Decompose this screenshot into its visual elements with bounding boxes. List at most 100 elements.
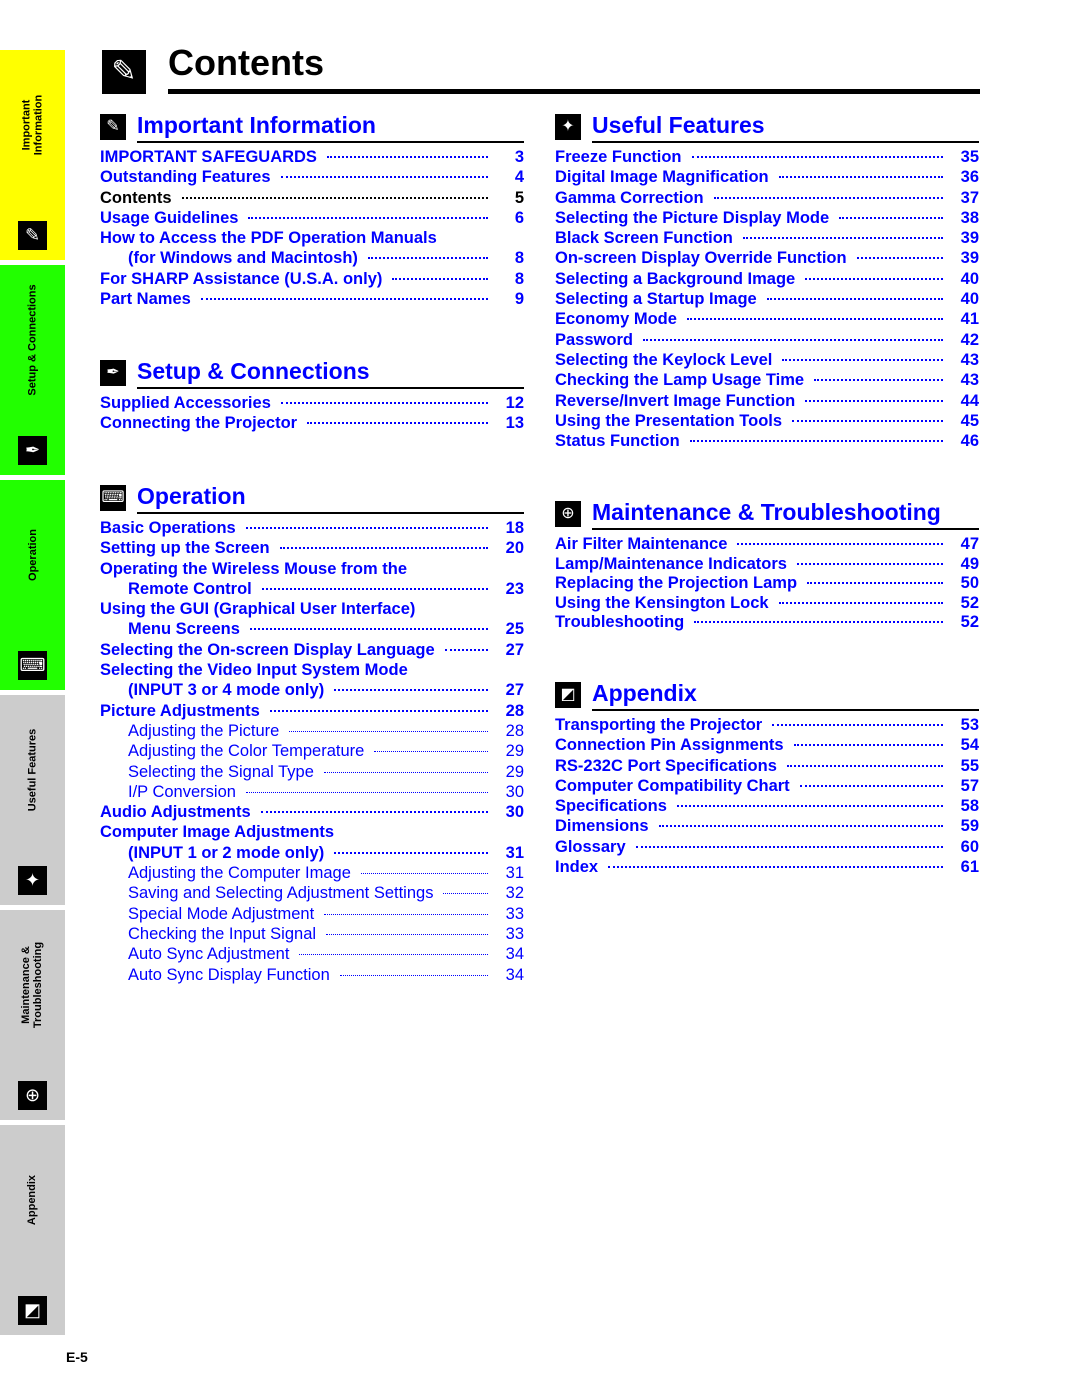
- dot-leader: [280, 402, 488, 404]
- section-rule: [592, 709, 979, 711]
- toc-entry[interactable]: Economy Mode 41: [555, 310, 979, 330]
- toc-entry[interactable]: Selecting the Picture Display Mode 38: [555, 209, 979, 229]
- toc-entry[interactable]: Auto Sync Adjustment 34: [100, 945, 524, 965]
- toc-entry[interactable]: IMPORTANT SAFEGUARDS 3: [100, 148, 524, 168]
- toc-entry[interactable]: Selecting the Video Input System Mode: [100, 661, 524, 681]
- dot-leader: [839, 216, 943, 219]
- toc-entry[interactable]: (INPUT 3 or 4 mode only) 27: [100, 681, 524, 701]
- toc-entry[interactable]: Adjusting the Computer Image 31: [100, 864, 524, 884]
- side-tab-setup-connections[interactable]: Setup & Connections ✒: [0, 265, 65, 475]
- side-tab-maintenance-troubleshooting[interactable]: Maintenance & Troubleshooting ⊕: [0, 910, 65, 1120]
- toc-entry[interactable]: Usage Guidelines 6: [100, 209, 524, 229]
- toc-entry-page: 30: [505, 782, 524, 801]
- toc-entry[interactable]: Black Screen Function 39: [555, 229, 979, 249]
- toc-entry[interactable]: Dimensions 59: [555, 817, 979, 837]
- toc-entry[interactable]: Connecting the Projector 13: [100, 414, 524, 434]
- toc-entry[interactable]: For SHARP Assistance (U.S.A. only) 8: [100, 270, 524, 290]
- toc-entry-title: Air Filter Maintenance: [555, 535, 728, 553]
- toc-entry[interactable]: Basic Operations 18: [100, 519, 524, 539]
- toc-entry-page: 33: [505, 924, 524, 943]
- toc-entry[interactable]: Picture Adjustments 28: [100, 702, 524, 722]
- toc-entry[interactable]: Index 61: [555, 858, 979, 878]
- toc-entry-page: 38: [960, 208, 979, 227]
- toc-entry[interactable]: Using the GUI (Graphical User Interface): [100, 600, 524, 620]
- toc-entry[interactable]: Status Function 46: [555, 432, 979, 452]
- toc-entry[interactable]: Using the Kensington Lock 52: [555, 594, 979, 614]
- toc-entry-title: RS-232C Port Specifications: [555, 756, 777, 775]
- toc-entry[interactable]: Operating the Wireless Mouse from the: [100, 560, 524, 580]
- toc-entry[interactable]: Selecting a Background Image 40: [555, 270, 979, 290]
- toc-entry[interactable]: I/P Conversion 30: [100, 783, 524, 803]
- toc-entry[interactable]: Gamma Correction 37: [555, 189, 979, 209]
- toc-entry[interactable]: Glossary 60: [555, 838, 979, 858]
- toc-entry[interactable]: Digital Image Magnification 36: [555, 168, 979, 188]
- dot-leader: [326, 156, 488, 158]
- toc-entry[interactable]: Setting up the Screen 20: [100, 539, 524, 559]
- section-rule: [592, 528, 979, 530]
- toc-entry[interactable]: RS-232C Port Specifications 55: [555, 757, 979, 777]
- side-tab-label: Maintenance & Troubleshooting: [20, 941, 45, 1029]
- title-rule: [168, 89, 980, 94]
- dot-leader: [737, 543, 943, 545]
- toc-entry[interactable]: Selecting the Signal Type 29: [100, 763, 524, 783]
- side-tab-appendix[interactable]: Appendix ◩: [0, 1125, 65, 1335]
- toc-entry-title: How to Access the PDF Operation Manuals: [100, 229, 437, 248]
- dot-leader: [245, 527, 488, 529]
- toc-entry[interactable]: On-screen Display Override Function 39: [555, 249, 979, 269]
- toc-entry-page: 45: [960, 411, 979, 430]
- toc-entry[interactable]: Menu Screens 25: [100, 620, 524, 640]
- toc-entry[interactable]: Selecting a Startup Image 40: [555, 290, 979, 310]
- toc-entry[interactable]: Saving and Selecting Adjustment Settings…: [100, 884, 524, 904]
- toc-entry-page: 20: [505, 539, 524, 558]
- dot-leader: [181, 196, 488, 199]
- toc-entry[interactable]: Connection Pin Assignments 54: [555, 736, 979, 756]
- toc-entry[interactable]: Password 42: [555, 331, 979, 351]
- section-rule: [137, 512, 524, 514]
- toc-entry[interactable]: Replacing the Projection Lamp 50: [555, 574, 979, 594]
- toc-entry[interactable]: Transporting the Projector 53: [555, 716, 979, 736]
- dot-leader: [334, 689, 488, 692]
- toc-entry-page: 27: [505, 640, 524, 659]
- toc-entry[interactable]: Freeze Function 35: [555, 148, 979, 168]
- toc-entry-page: 28: [505, 701, 524, 720]
- toc-entry[interactable]: Adjusting the Color Temperature 29: [100, 742, 524, 762]
- toc-entry[interactable]: Computer Compatibility Chart 57: [555, 777, 979, 797]
- toc-entry[interactable]: Checking the Lamp Usage Time 43: [555, 371, 979, 391]
- toc-entry-page: 5: [514, 188, 524, 207]
- side-tab-important-information[interactable]: Important Information ✎: [0, 50, 65, 260]
- toc-entry-title: Menu Screens: [128, 620, 240, 639]
- toc-entry[interactable]: Using the Presentation Tools 45: [555, 412, 979, 432]
- toc-entry-page: 43: [960, 350, 979, 369]
- dot-leader: [689, 440, 943, 443]
- lifebuoy-icon: ⊕: [18, 1081, 47, 1110]
- toc-entry[interactable]: Reverse/Invert Image Function 44: [555, 392, 979, 412]
- toc-entry[interactable]: Special Mode Adjustment 33: [100, 905, 524, 925]
- toc-entry[interactable]: Troubleshooting 52: [555, 613, 979, 633]
- toc-entry-page: 31: [505, 864, 524, 883]
- toc-entry-page: 57: [960, 776, 979, 795]
- toc-entry[interactable]: Remote Control 23: [100, 580, 524, 600]
- toc-entry[interactable]: Air Filter Maintenance 47: [555, 535, 979, 555]
- toc-entry[interactable]: Part Names 9: [100, 290, 524, 310]
- toc-entry[interactable]: Outstanding Features 4: [100, 168, 524, 188]
- toc-entry[interactable]: Checking the Input Signal 33: [100, 925, 524, 945]
- toc-entry[interactable]: Audio Adjustments 30: [100, 803, 524, 823]
- toc-entry[interactable]: Selecting the Keylock Level 43: [555, 351, 979, 371]
- toc-entry[interactable]: Computer Image Adjustments: [100, 823, 524, 843]
- toc-entry[interactable]: (for Windows and Macintosh) 8: [100, 249, 524, 269]
- pen-icon: ✒: [100, 360, 126, 386]
- toc-entry[interactable]: Adjusting the Picture 28: [100, 722, 524, 742]
- section-operation: ⌨ Operation Basic Operations 18 Setting up t…: [100, 483, 524, 986]
- toc-entry-title: Connecting the Projector: [100, 414, 298, 433]
- toc-entry[interactable]: (INPUT 1 or 2 mode only) 31: [100, 844, 524, 864]
- toc-entry[interactable]: Specifications 58: [555, 797, 979, 817]
- side-tab-operation[interactable]: Operation ⌨: [0, 480, 65, 690]
- toc-entry[interactable]: How to Access the PDF Operation Manuals: [100, 229, 524, 249]
- toc-entry[interactable]: Auto Sync Display Function 34: [100, 966, 524, 986]
- toc-entry[interactable]: Supplied Accessories 12: [100, 394, 524, 414]
- dot-leader: [323, 771, 488, 773]
- toc-entry[interactable]: Contents 5: [100, 189, 524, 209]
- toc-entry[interactable]: Selecting the On-screen Display Language…: [100, 641, 524, 661]
- side-tab-useful-features[interactable]: Useful Features ✦: [0, 695, 65, 905]
- toc-entry[interactable]: Lamp/Maintenance Indicators 49: [555, 555, 979, 575]
